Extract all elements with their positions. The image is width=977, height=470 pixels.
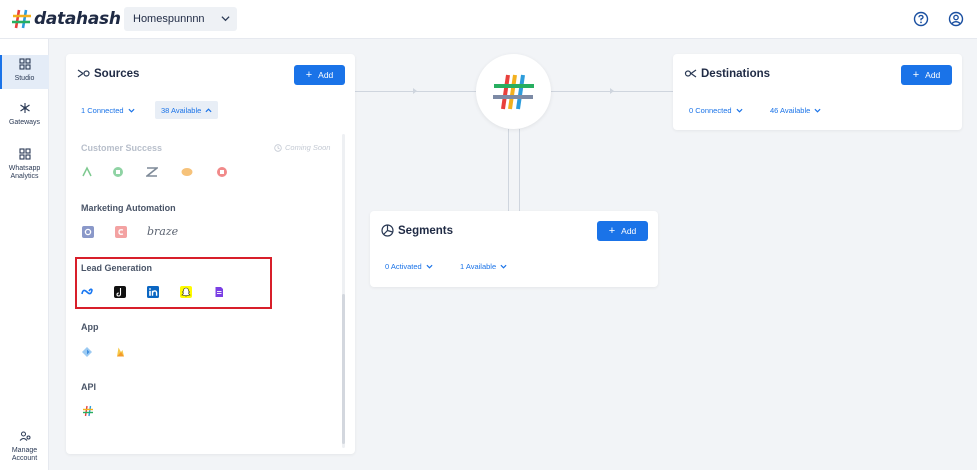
sidebar-label-studio: Studio	[14, 75, 35, 82]
datahash-hash-icon	[492, 74, 534, 109]
segments-add-button[interactable]: + Add	[597, 221, 648, 241]
datahash-logo[interactable]: datahash	[11, 8, 121, 30]
chevron-down-icon	[736, 108, 743, 113]
appsflyer-icon[interactable]	[81, 346, 93, 358]
sidebar-label-whatsapp-analytics: Whatsapp Analytics	[8, 165, 41, 180]
chevron-down-icon	[814, 108, 821, 113]
segments-title-text: Segments	[398, 224, 453, 237]
group-app: App	[81, 322, 99, 332]
plus-icon: +	[305, 69, 313, 81]
logo-text: datahash	[34, 9, 121, 29]
chevron-up-icon	[205, 107, 212, 112]
destinations-title-text: Destinations	[701, 67, 771, 80]
plus-icon: +	[608, 225, 616, 237]
sources-connected-label: 1 Connected	[81, 105, 124, 115]
zendesk-icon[interactable]	[146, 166, 158, 178]
lead-generation-highlight	[75, 257, 272, 309]
sidebar-label-gateways: Gateways	[8, 119, 41, 126]
group-api: API	[81, 382, 97, 392]
gainsight-icon[interactable]	[81, 166, 93, 178]
sources-title-text: Sources	[94, 67, 140, 80]
sidebar: Studio Gateways Whatsapp Analytics Manag…	[0, 39, 49, 470]
user-circle-icon[interactable]	[948, 11, 964, 27]
segments-available-label: 1 Available	[460, 261, 497, 271]
connector-hub-segments-right	[519, 129, 520, 211]
sources-scrollbar[interactable]	[342, 134, 345, 448]
chevron-down-icon	[426, 264, 433, 269]
clevertap-icon[interactable]	[115, 226, 127, 238]
clock-icon	[274, 143, 282, 152]
help-circle-icon[interactable]	[913, 11, 929, 27]
sidebar-item-studio[interactable]: Studio	[0, 55, 49, 89]
sources-add-label: Add	[318, 70, 334, 80]
group-customer-success: Customer Success	[81, 143, 163, 153]
segments-available-dropdown[interactable]: 1 Available	[460, 257, 507, 275]
sidebar-item-whatsapp-analytics[interactable]: Whatsapp Analytics	[0, 148, 49, 188]
segments-title: Segments	[381, 224, 453, 237]
coming-soon-label: Coming Soon	[274, 143, 330, 152]
braze-icon[interactable]: braze	[147, 225, 178, 238]
destinations-available-label: 46 Available	[770, 105, 811, 115]
connector-hub-segments-left	[508, 129, 509, 211]
sources-title: Sources	[77, 67, 139, 80]
freshdesk-icon[interactable]	[112, 166, 124, 178]
scrollbar-thumb[interactable]	[342, 294, 345, 444]
firebase-icon[interactable]	[114, 346, 126, 358]
chevron-down-icon	[128, 108, 135, 113]
hub-icon	[19, 103, 30, 113]
sources-available-dropdown[interactable]: 38 Available	[155, 101, 219, 119]
grid-icon	[18, 148, 31, 160]
segments-icon	[381, 224, 394, 237]
destinations-connected-dropdown[interactable]: 0 Connected	[689, 101, 743, 119]
sidebar-item-gateways[interactable]: Gateways	[0, 102, 49, 132]
top-bar: datahash Homespunnnn	[0, 0, 977, 39]
segments-add-label: Add	[621, 226, 637, 236]
destinations-connected-label: 0 Connected	[689, 105, 732, 115]
segments-activated-label: 0 Activated	[385, 261, 422, 271]
workspace-name: Homespunnnn	[133, 13, 205, 25]
datahash-hash-icon	[12, 9, 31, 29]
destinations-icon	[684, 69, 697, 78]
intercom-icon[interactable]	[181, 166, 193, 178]
grid-icon	[18, 58, 31, 70]
manage-users-icon	[19, 431, 30, 441]
segments-activated-dropdown[interactable]: 0 Activated	[385, 257, 433, 275]
chevron-down-icon	[221, 16, 230, 22]
coming-soon-text: Coming Soon	[285, 143, 331, 152]
destinations-add-label: Add	[925, 70, 941, 80]
group-marketing-automation: Marketing Automation	[81, 203, 176, 213]
workspace-select[interactable]: Homespunnnn	[124, 7, 237, 31]
sources-add-button[interactable]: + Add	[294, 65, 345, 85]
sidebar-label-manage-account: Manage Account	[11, 447, 38, 462]
sidebar-item-manage-account[interactable]: Manage Account	[0, 430, 49, 468]
freshchat-icon[interactable]	[216, 166, 228, 178]
datahash-api-icon[interactable]	[82, 405, 94, 417]
datahash-hub[interactable]	[476, 54, 551, 129]
connector-arrow	[610, 88, 614, 94]
plus-icon: +	[912, 69, 920, 81]
active-indicator	[0, 55, 2, 89]
sources-available-label: 38 Available	[161, 105, 202, 115]
destinations-add-button[interactable]: + Add	[901, 65, 952, 85]
sources-icon	[77, 69, 90, 78]
connector-arrow	[413, 88, 417, 94]
destinations-available-dropdown[interactable]: 46 Available	[770, 101, 821, 119]
destinations-title: Destinations	[684, 67, 770, 80]
chevron-down-icon	[500, 264, 507, 269]
hubspot-icon[interactable]	[82, 226, 94, 238]
sources-connected-dropdown[interactable]: 1 Connected	[81, 101, 135, 119]
